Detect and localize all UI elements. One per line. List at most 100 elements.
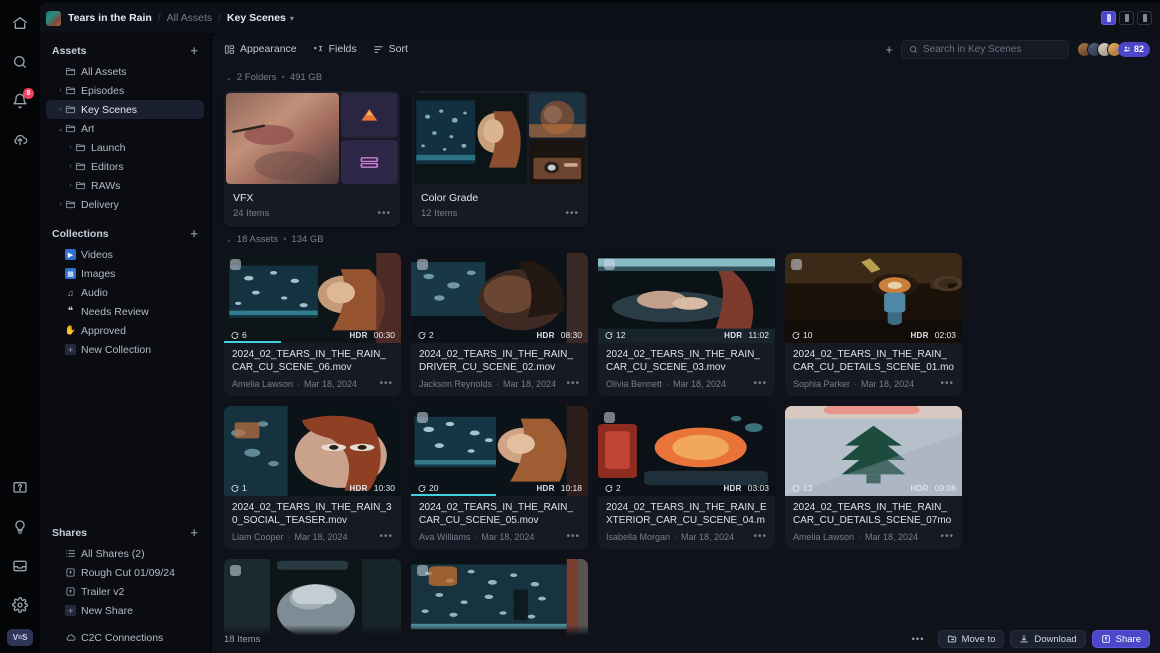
- asset-thumbnail[interactable]: 12HDR11:02: [598, 253, 775, 343]
- asset-card[interactable]: 10HDR02:032024_02_TEARS_IN_THE_RAIN_CAR_…: [785, 253, 962, 396]
- asset-more-button[interactable]: •••: [379, 378, 393, 389]
- move-to-button[interactable]: Move to: [938, 630, 1005, 648]
- asset-thumbnail[interactable]: 10HDR02:03: [785, 253, 962, 343]
- sidebar-item-new-collection[interactable]: › + New Collection: [46, 340, 204, 359]
- sidebar-item-approved[interactable]: › ✋ Approved: [46, 321, 204, 340]
- lightbulb-icon[interactable]: [5, 512, 35, 542]
- sidebar-item-c2c-connections[interactable]: › C2C Connections: [46, 628, 204, 647]
- sidebar-item-art[interactable]: ⌄ Art: [46, 119, 204, 138]
- sidebar-item-new-share[interactable]: › + New Share: [46, 601, 204, 620]
- folder-card-color-grade[interactable]: Color Grade 12 Items •••: [412, 91, 588, 227]
- asset-more-button[interactable]: •••: [566, 531, 580, 542]
- asset-card[interactable]: 6HDR00:302024_02_TEARS_IN_THE_RAIN_CAR_C…: [224, 253, 401, 396]
- asset-card[interactable]: 2HDR08:302024_02_TEARS_IN_THE_RAIN_DRIVE…: [411, 253, 588, 396]
- chevron-down-icon[interactable]: ⌄: [226, 236, 232, 244]
- asset-select-checkbox[interactable]: [417, 412, 428, 423]
- chevron-right-icon[interactable]: ›: [66, 182, 75, 189]
- sidebar-item-editors[interactable]: › Editors: [46, 157, 204, 176]
- asset-thumbnail[interactable]: 13HDR09:08: [785, 406, 962, 496]
- asset-select-checkbox[interactable]: [230, 259, 241, 270]
- content-scroll-area[interactable]: ⌄ 2 Folders • 491 GB: [212, 65, 1160, 653]
- asset-card[interactable]: 1HDR10:302024_02_TEARS_IN_THE_RAIN_30_SO…: [224, 406, 401, 549]
- layout-right-panel-button[interactable]: [1137, 11, 1152, 25]
- gear-icon[interactable]: [5, 590, 35, 620]
- breadcrumb-project[interactable]: Tears in the Rain: [68, 12, 152, 24]
- chevron-right-icon[interactable]: ›: [56, 106, 65, 113]
- add-share-button[interactable]: +: [190, 526, 198, 539]
- folder-card-vfx[interactable]: VFX 24 Items •••: [224, 91, 400, 227]
- add-asset-button[interactable]: +: [190, 44, 198, 57]
- avatar-stack[interactable]: 82: [1077, 42, 1150, 57]
- asset-select-checkbox[interactable]: [604, 259, 615, 270]
- share-button[interactable]: Share: [1092, 630, 1150, 648]
- folders-section-header[interactable]: ⌄ 2 Folders • 491 GB: [224, 65, 1148, 91]
- download-button[interactable]: Download: [1010, 630, 1085, 648]
- folder-more-button[interactable]: •••: [565, 208, 579, 219]
- add-collection-button[interactable]: +: [190, 227, 198, 240]
- sidebar-item-delivery[interactable]: › Delivery: [46, 195, 204, 214]
- search-icon[interactable]: [5, 47, 35, 77]
- playback-progress-bar[interactable]: [411, 494, 496, 496]
- appearance-button[interactable]: Appearance: [224, 43, 297, 55]
- upload-icon[interactable]: [5, 125, 35, 155]
- chevron-right-icon[interactable]: ›: [56, 87, 65, 94]
- home-icon[interactable]: [5, 8, 35, 38]
- chevron-right-icon[interactable]: ›: [66, 144, 75, 151]
- more-actions-button[interactable]: •••: [905, 630, 932, 648]
- asset-thumbnail[interactable]: 6HDR00:30: [224, 253, 401, 343]
- asset-thumbnail[interactable]: 2HDR08:30: [411, 253, 588, 343]
- help-icon[interactable]: [5, 473, 35, 503]
- asset-more-button[interactable]: •••: [753, 531, 767, 542]
- sidebar-item-videos[interactable]: › ▶ Videos: [46, 245, 204, 264]
- layout-center-panel-button[interactable]: [1119, 11, 1134, 25]
- chevron-right-icon[interactable]: ›: [56, 201, 65, 208]
- chevron-down-icon[interactable]: ⌄: [226, 74, 232, 82]
- sidebar-item-episodes[interactable]: › Episodes: [46, 81, 204, 100]
- asset-more-button[interactable]: •••: [379, 531, 393, 542]
- sidebar-item-all-assets[interactable]: › All Assets: [46, 62, 204, 81]
- asset-thumbnail[interactable]: 1HDR10:30: [224, 406, 401, 496]
- breadcrumb-current[interactable]: Key Scenes: [227, 12, 286, 24]
- sidebar-item-rough-cut[interactable]: › Rough Cut 01/09/24: [46, 563, 204, 582]
- asset-card[interactable]: 12HDR11:022024_02_TEARS_IN_THE_RAIN_CAR_…: [598, 253, 775, 396]
- chevron-down-icon[interactable]: ⌄: [56, 125, 65, 133]
- asset-select-checkbox[interactable]: [604, 412, 615, 423]
- sidebar-item-needs-review[interactable]: › ❝ Needs Review: [46, 302, 204, 321]
- asset-card[interactable]: 13HDR09:082024_02_TEARS_IN_THE_RAIN_CAR_…: [785, 406, 962, 549]
- sidebar-item-launch[interactable]: › Launch: [46, 138, 204, 157]
- asset-more-button[interactable]: •••: [753, 378, 767, 389]
- asset-thumbnail[interactable]: 20HDR10:18: [411, 406, 588, 496]
- asset-card[interactable]: 20HDR10:182024_02_TEARS_IN_THE_RAIN_CAR_…: [411, 406, 588, 549]
- chevron-right-icon[interactable]: ›: [66, 163, 75, 170]
- app-logo[interactable]: V=S: [7, 629, 33, 646]
- playback-progress-bar[interactable]: [224, 341, 281, 343]
- asset-more-button[interactable]: •••: [566, 378, 580, 389]
- sidebar-item-audio[interactable]: › ♫ Audio: [46, 283, 204, 302]
- sidebar-item-trailer-v2[interactable]: › Trailer v2: [46, 582, 204, 601]
- sidebar-item-images[interactable]: › ▦ Images: [46, 264, 204, 283]
- asset-card[interactable]: 2HDR03:032024_02_TEARS_IN_THE_RAIN_EXTER…: [598, 406, 775, 549]
- folder-more-button[interactable]: •••: [377, 208, 391, 219]
- sidebar-item-raws[interactable]: › RAWs: [46, 176, 204, 195]
- notifications-icon[interactable]: 8: [5, 86, 35, 116]
- asset-thumbnail[interactable]: 2HDR03:03: [598, 406, 775, 496]
- sidebar-item-key-scenes[interactable]: › Key Scenes: [46, 100, 204, 119]
- layout-left-panel-button[interactable]: [1101, 11, 1116, 25]
- asset-more-button[interactable]: •••: [940, 378, 954, 389]
- chevron-down-icon[interactable]: ▾: [290, 14, 294, 23]
- breadcrumb-all-assets[interactable]: All Assets: [167, 12, 213, 24]
- fields-button[interactable]: Fields: [313, 43, 357, 55]
- search-input[interactable]: Search in Key Scenes: [901, 40, 1069, 59]
- asset-select-checkbox[interactable]: [230, 565, 241, 576]
- add-button[interactable]: +: [885, 43, 893, 56]
- asset-select-checkbox[interactable]: [791, 259, 802, 270]
- asset-more-button[interactable]: •••: [940, 531, 954, 542]
- members-count-pill[interactable]: 82: [1118, 42, 1150, 57]
- thumbnail-overlay: 1HDR10:30: [224, 480, 401, 496]
- inbox-icon[interactable]: [5, 551, 35, 581]
- asset-select-checkbox[interactable]: [417, 259, 428, 270]
- assets-section-header[interactable]: ⌄ 18 Assets • 134 GB: [224, 227, 1148, 253]
- sort-button[interactable]: Sort: [373, 43, 408, 55]
- sidebar-item-all-shares[interactable]: › All Shares (2): [46, 544, 204, 563]
- asset-select-checkbox[interactable]: [417, 565, 428, 576]
